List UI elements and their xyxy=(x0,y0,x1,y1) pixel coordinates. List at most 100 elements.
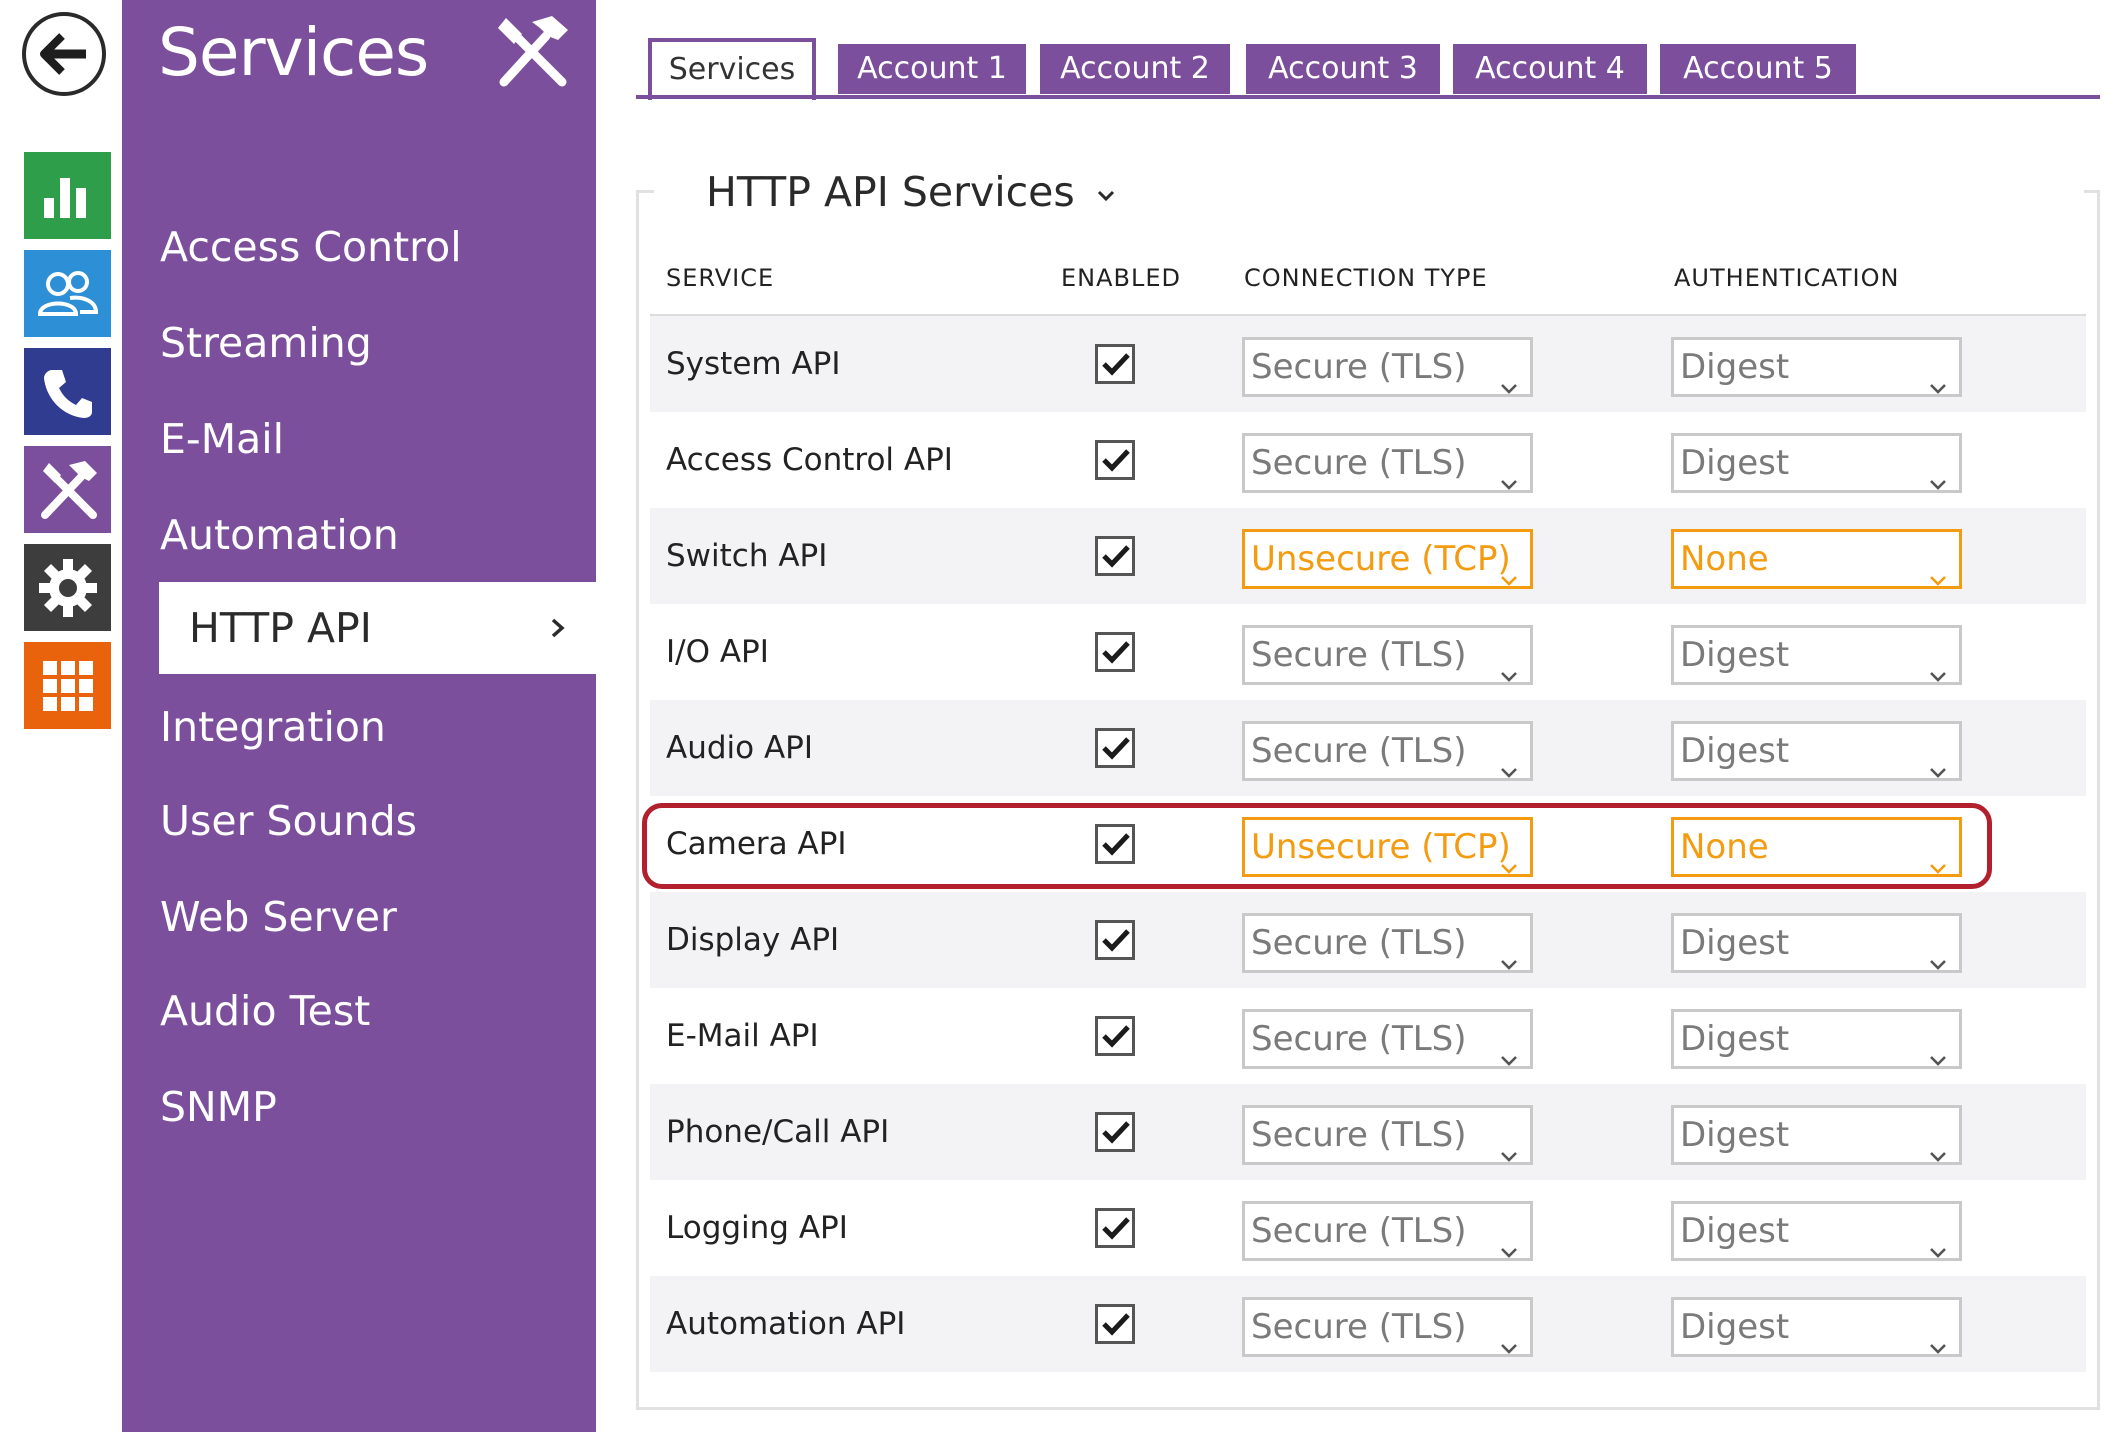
system-grid-icon[interactable] xyxy=(24,642,111,729)
enabled-checkbox[interactable] xyxy=(1095,632,1135,672)
chevron-right-icon xyxy=(550,582,566,706)
connection-type-select[interactable]: Secure (TLS) xyxy=(1242,433,1533,493)
connection-type-select[interactable]: Secure (TLS) xyxy=(1242,721,1533,781)
enabled-checkbox[interactable] xyxy=(1095,728,1135,768)
menu-item-automation[interactable]: Automation xyxy=(160,504,399,566)
connection-type-value: Secure (TLS) xyxy=(1251,635,1467,675)
authentication-value: None xyxy=(1680,539,1769,579)
menu-item-user-sounds[interactable]: User Sounds xyxy=(160,790,417,852)
connection-type-select[interactable]: Secure (TLS) xyxy=(1242,625,1533,685)
chevron-down-icon xyxy=(1500,1030,1518,1084)
service-name: Automation API xyxy=(666,1306,906,1342)
authentication-select[interactable]: Digest xyxy=(1671,337,1962,397)
sidebar-title: Services xyxy=(158,14,429,91)
connection-type-value: Secure (TLS) xyxy=(1251,347,1467,387)
chevron-down-icon xyxy=(1500,742,1518,796)
table-row: Switch API Unsecure (TCP) None xyxy=(650,508,2086,604)
authentication-select[interactable]: Digest xyxy=(1671,625,1962,685)
chevron-down-icon xyxy=(1929,646,1947,700)
menu-item-integration[interactable]: Integration xyxy=(160,696,386,758)
column-header-authentication: AUTHENTICATION xyxy=(1674,264,1900,292)
enabled-checkbox[interactable] xyxy=(1095,1304,1135,1344)
table-row: I/O API Secure (TLS) Digest xyxy=(650,604,2086,700)
connection-type-value: Secure (TLS) xyxy=(1251,1307,1467,1347)
chevron-down-icon xyxy=(1929,1222,1947,1276)
authentication-value: Digest xyxy=(1680,923,1790,963)
authentication-select[interactable]: Digest xyxy=(1671,1105,1962,1165)
services-tools-icon[interactable] xyxy=(24,446,111,533)
connection-type-select[interactable]: Secure (TLS) xyxy=(1242,1297,1533,1357)
column-header-enabled: ENABLED xyxy=(1061,264,1182,292)
enabled-checkbox[interactable] xyxy=(1095,536,1135,576)
authentication-select[interactable]: Digest xyxy=(1671,913,1962,973)
connection-type-select[interactable]: Secure (TLS) xyxy=(1242,913,1533,973)
tab-account-4[interactable]: Account 4 xyxy=(1453,44,1647,94)
enabled-checkbox[interactable] xyxy=(1095,344,1135,384)
chevron-down-icon xyxy=(1500,1222,1518,1276)
authentication-select[interactable]: Digest xyxy=(1671,721,1962,781)
panel-divider xyxy=(636,190,654,193)
enabled-checkbox[interactable] xyxy=(1095,1112,1135,1152)
authentication-value: Digest xyxy=(1680,731,1790,771)
table-row: Access Control API Secure (TLS) Digest xyxy=(650,412,2086,508)
connection-type-value: Secure (TLS) xyxy=(1251,1211,1467,1251)
tab-account-3[interactable]: Account 3 xyxy=(1246,44,1440,94)
enabled-checkbox[interactable] xyxy=(1095,920,1135,960)
chevron-down-icon xyxy=(1500,1318,1518,1372)
menu-item-access-control[interactable]: Access Control xyxy=(160,216,462,278)
authentication-value: Digest xyxy=(1680,1211,1790,1251)
menu-item-snmp[interactable]: SNMP xyxy=(160,1076,277,1138)
enabled-checkbox[interactable] xyxy=(1095,1208,1135,1248)
connection-type-value: Secure (TLS) xyxy=(1251,1115,1467,1155)
connection-type-select[interactable]: Secure (TLS) xyxy=(1242,1105,1533,1165)
table-row: Automation API Secure (TLS) Digest xyxy=(650,1276,2086,1372)
service-name: Access Control API xyxy=(666,442,953,478)
service-name: Display API xyxy=(666,922,840,958)
tab-account-2[interactable]: Account 2 xyxy=(1040,44,1230,94)
tab-account-5[interactable]: Account 5 xyxy=(1660,44,1856,94)
connection-type-value: Secure (TLS) xyxy=(1251,923,1467,963)
service-name: I/O API xyxy=(666,634,769,670)
connection-type-value: Secure (TLS) xyxy=(1251,731,1467,771)
authentication-value: Digest xyxy=(1680,635,1790,675)
tools-icon xyxy=(490,12,572,94)
service-name: E-Mail API xyxy=(666,1018,819,1054)
tab-services[interactable]: Services xyxy=(648,38,816,100)
authentication-select[interactable]: Digest xyxy=(1671,1201,1962,1261)
tab-account-1[interactable]: Account 1 xyxy=(838,44,1026,94)
menu-item-email[interactable]: E-Mail xyxy=(160,408,284,470)
chevron-down-icon xyxy=(1089,180,1115,210)
menu-item-web-server[interactable]: Web Server xyxy=(160,886,397,948)
menu-item-audio-test[interactable]: Audio Test xyxy=(160,980,370,1042)
chevron-down-icon xyxy=(1929,1030,1947,1084)
connection-type-value: Unsecure (TCP) xyxy=(1251,539,1511,579)
connection-type-select[interactable]: Secure (TLS) xyxy=(1242,1201,1533,1261)
section-title[interactable]: HTTP API Services xyxy=(706,168,1115,216)
connection-type-select[interactable]: Secure (TLS) xyxy=(1242,337,1533,397)
connection-type-select[interactable]: Secure (TLS) xyxy=(1242,1009,1533,1069)
menu-item-streaming[interactable]: Streaming xyxy=(160,312,372,374)
enabled-checkbox[interactable] xyxy=(1095,440,1135,480)
phone-icon[interactable] xyxy=(24,348,111,435)
menu-item-http-api[interactable]: HTTP API xyxy=(159,582,596,674)
chevron-down-icon xyxy=(1500,454,1518,508)
chevron-down-icon xyxy=(1929,742,1947,796)
authentication-select[interactable]: Digest xyxy=(1671,1009,1962,1069)
panel-divider xyxy=(2084,190,2100,193)
status-chart-icon[interactable] xyxy=(24,152,111,239)
settings-gear-icon[interactable] xyxy=(24,544,111,631)
authentication-value: Digest xyxy=(1680,1019,1790,1059)
table-row: Logging API Secure (TLS) Digest xyxy=(650,1180,2086,1276)
tab-bar: Services Account 1 Account 2 Account 3 A… xyxy=(636,38,2100,100)
authentication-select[interactable]: Digest xyxy=(1671,1297,1962,1357)
authentication-select[interactable]: Digest xyxy=(1671,433,1962,493)
service-name: Switch API xyxy=(666,538,828,574)
authentication-select[interactable]: None xyxy=(1671,529,1962,589)
enabled-checkbox[interactable] xyxy=(1095,1016,1135,1056)
table-row: Display API Secure (TLS) Digest xyxy=(650,892,2086,988)
authentication-value: Digest xyxy=(1680,1115,1790,1155)
chevron-down-icon xyxy=(1500,646,1518,700)
directory-users-icon[interactable] xyxy=(24,250,111,337)
back-arrow-icon[interactable] xyxy=(22,12,106,96)
connection-type-select[interactable]: Unsecure (TCP) xyxy=(1242,529,1533,589)
